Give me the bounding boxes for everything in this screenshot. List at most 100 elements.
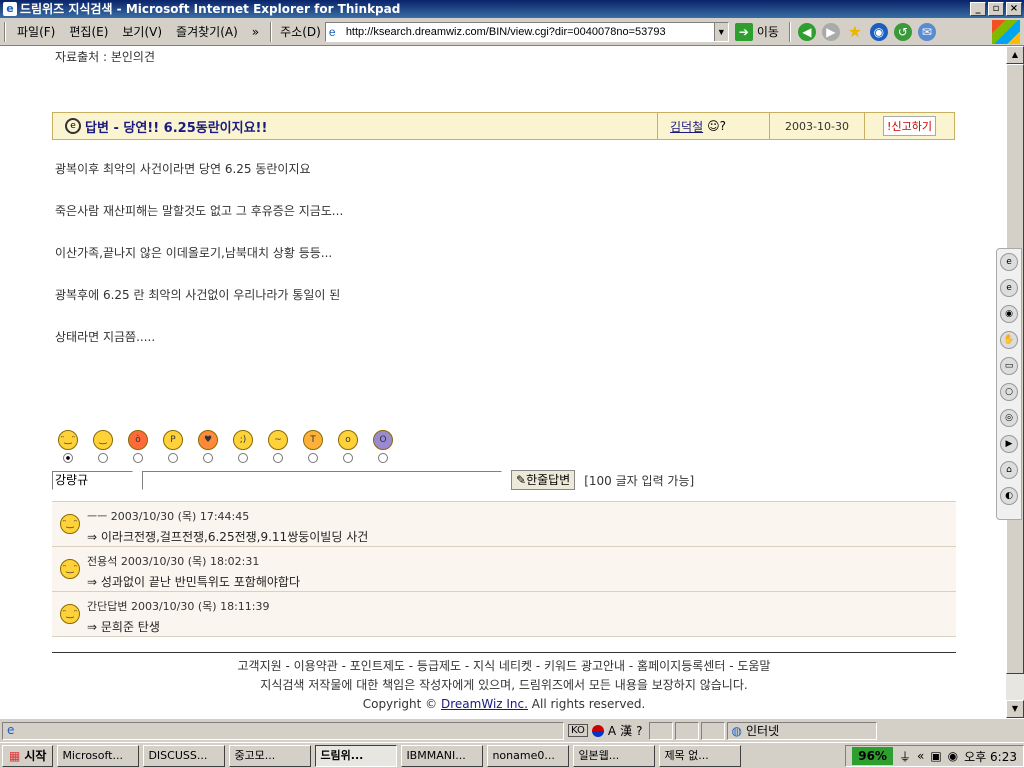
status-panel xyxy=(674,721,699,740)
start-label: 시작 xyxy=(24,749,47,763)
reply-submit-button[interactable]: ✎한줄답변 xyxy=(511,470,576,490)
favorites-star-icon[interactable]: ★ xyxy=(846,22,864,41)
emoticon-radio[interactable] xyxy=(63,453,73,463)
menu-file[interactable]: 파일(F) xyxy=(10,23,62,40)
taskbar-item-active[interactable]: 드림위... xyxy=(315,744,398,767)
go-arrow-icon: ➔ xyxy=(734,22,753,41)
status-panel xyxy=(648,721,673,740)
emoticon-radio[interactable] xyxy=(168,453,178,463)
taskbar-item[interactable]: IBMMANI... xyxy=(401,744,484,767)
emoticon-radio[interactable] xyxy=(378,453,388,463)
back-icon[interactable]: ◀ xyxy=(797,22,816,41)
address-label: 주소(D) xyxy=(280,25,321,39)
go-button[interactable]: ➔ 이동 xyxy=(729,22,785,41)
taskbar-item[interactable]: 일본웹... xyxy=(573,744,656,767)
emoticon-radio[interactable] xyxy=(238,453,248,463)
taskbar-item[interactable]: noname0... xyxy=(487,744,570,767)
start-button[interactable]: ▦ 시작 xyxy=(2,744,54,767)
forward-icon[interactable]: ▶ xyxy=(821,22,840,41)
side-tool-icon[interactable]: ▶ xyxy=(1000,435,1018,453)
emoticon-angry-icon: ò xyxy=(128,430,148,450)
side-tool-icon[interactable]: e xyxy=(1000,253,1018,271)
taskbar: ▦ 시작 Microsoft... DISCUSS... 중고모... 드림위.… xyxy=(0,742,1024,768)
reply-text: ⇒ 문희준 탄생 xyxy=(87,620,160,634)
answer-paragraph: 광복후에 6.25 란 최악의 사건없이 우리나라가 통일이 된 xyxy=(55,288,341,302)
scroll-up-icon[interactable]: ▲ xyxy=(1006,46,1024,64)
toolbar-separator xyxy=(788,21,791,42)
emoticon-radio[interactable] xyxy=(308,453,318,463)
close-button[interactable]: × xyxy=(1006,2,1022,16)
emoticon-wink-icon: ;) xyxy=(233,430,253,450)
menu-favorites[interactable]: 즐겨찾기(A) xyxy=(169,23,245,40)
korean-flag-icon xyxy=(591,724,604,737)
answer-date: 2003-10-30 xyxy=(769,113,864,139)
browser-toolbar: 파일(F) 편집(E) 보기(V) 즐겨찾기(A) » 주소(D) e http… xyxy=(0,18,1024,46)
help-icon[interactable]: ? xyxy=(636,724,642,738)
copyright-suffix: All rights reserved. xyxy=(531,697,646,711)
side-tool-icon[interactable]: ◉ xyxy=(1000,305,1018,323)
hanja-icon[interactable]: 漢 xyxy=(620,722,632,739)
scroll-down-icon[interactable]: ▼ xyxy=(1006,700,1024,718)
side-tool-icon[interactable]: ▭ xyxy=(1000,357,1018,375)
volume-icon[interactable]: ◉ xyxy=(948,749,958,763)
ime-panel[interactable]: KO A 漢 ? xyxy=(564,722,647,739)
taskbar-item[interactable]: DISCUSS... xyxy=(143,744,226,767)
author-link[interactable]: 김덕철 xyxy=(670,118,703,135)
reply-meta: 전용석 2003/10/30 (목) 18:02:31 xyxy=(87,555,260,568)
menu-more[interactable]: » xyxy=(245,25,266,39)
footer-copyright: Copyright © DreamWiz Inc. All rights res… xyxy=(52,695,956,714)
font-a-icon[interactable]: A xyxy=(608,724,616,738)
media-icon[interactable]: ◉ xyxy=(869,22,888,41)
side-tool-icon[interactable]: ○ xyxy=(1000,383,1018,401)
power-plug-icon[interactable]: ⏚ xyxy=(899,748,911,765)
answer-icon: e xyxy=(65,118,81,134)
address-input[interactable]: http://ksearch.dreamwiz.com/BIN/view.cgi… xyxy=(346,26,714,38)
taskbar-item[interactable]: 중고모... xyxy=(229,744,312,767)
battery-indicator[interactable]: 96% xyxy=(852,747,893,765)
emoticon-shocked-icon: O xyxy=(373,430,393,450)
report-button[interactable]: !신고하기 xyxy=(883,116,936,136)
address-bar[interactable]: e http://ksearch.dreamwiz.com/BIN/view.c… xyxy=(324,21,729,42)
maximize-button[interactable]: ▫ xyxy=(988,2,1004,16)
lang-indicator[interactable]: KO xyxy=(568,724,588,737)
emoticon-radio[interactable] xyxy=(203,453,213,463)
reply-input[interactable] xyxy=(142,470,502,490)
taskbar-item[interactable]: Microsoft... xyxy=(57,744,140,767)
reply-meta: ㅡㅡ 2003/10/30 (목) 17:44:45 xyxy=(87,510,250,523)
emoticon-radio[interactable] xyxy=(98,453,108,463)
reply-submit-label: 한줄답변 xyxy=(526,473,571,487)
menu-edit[interactable]: 편집(E) xyxy=(62,23,115,40)
emoticon-smile-icon: ᵔ‿ᵔ xyxy=(58,430,78,450)
emoticon-radio[interactable] xyxy=(343,453,353,463)
reply-emoticon-icon: ᵔ‿ᵔ xyxy=(60,604,80,624)
clock[interactable]: 오후 6:23 xyxy=(964,748,1017,765)
history-icon[interactable]: ↺ xyxy=(893,22,912,41)
ie-app-icon: e xyxy=(3,2,17,16)
side-tool-icon[interactable]: ◐ xyxy=(1000,487,1018,505)
side-tool-icon[interactable]: ⌂ xyxy=(1000,461,1018,479)
tray-expand-icon[interactable]: « xyxy=(917,749,924,763)
emoticon-tongue-icon: P xyxy=(163,430,183,450)
company-link[interactable]: DreamWiz Inc. xyxy=(441,697,528,711)
side-tool-icon[interactable]: e xyxy=(1000,279,1018,297)
windows-logo-icon xyxy=(992,20,1020,44)
side-tool-icon[interactable]: ◎ xyxy=(1000,409,1018,427)
name-input[interactable]: 강량규 xyxy=(52,470,133,490)
answer-paragraph: 이산가족,끝나지 않은 이데올로기,남북대치 상황 등등... xyxy=(55,246,333,260)
minimize-button[interactable]: _ xyxy=(970,2,986,16)
taskbar-item[interactable]: 제목 없... xyxy=(659,744,742,767)
reply-form: 강량규 ✎한줄답변 [100 글자 입력 가능] xyxy=(52,470,694,490)
address-dropdown-icon[interactable]: ▼ xyxy=(713,22,728,41)
menu-view[interactable]: 보기(V) xyxy=(115,23,169,40)
side-tool-icon[interactable]: ✋ xyxy=(1000,331,1018,349)
emoticon-radio[interactable] xyxy=(133,453,143,463)
network-icon[interactable]: ▣ xyxy=(930,749,941,763)
footer-notice: 지식검색 저작물에 대한 책임은 작성자에게 있으며, 드림위즈에서 모든 내용… xyxy=(260,678,748,692)
emoticon-radio[interactable] xyxy=(273,453,283,463)
report-area: !신고하기 xyxy=(864,113,954,139)
footer-links[interactable]: 고객지원 - 이용약관 - 포인트제도 - 등급제도 - 지식 네티켓 - 키워… xyxy=(52,657,956,676)
char-limit-note: [100 글자 입력 가능] xyxy=(584,473,695,488)
mail-icon[interactable]: ✉ xyxy=(917,22,936,41)
emoticon-picker: ᵔ‿ᵔ ‿ ò P ♥ ;) ~ T o O xyxy=(58,430,393,463)
reply-text: ⇒ 성과없이 끝난 반민특위도 포함해야합다 xyxy=(87,575,300,589)
